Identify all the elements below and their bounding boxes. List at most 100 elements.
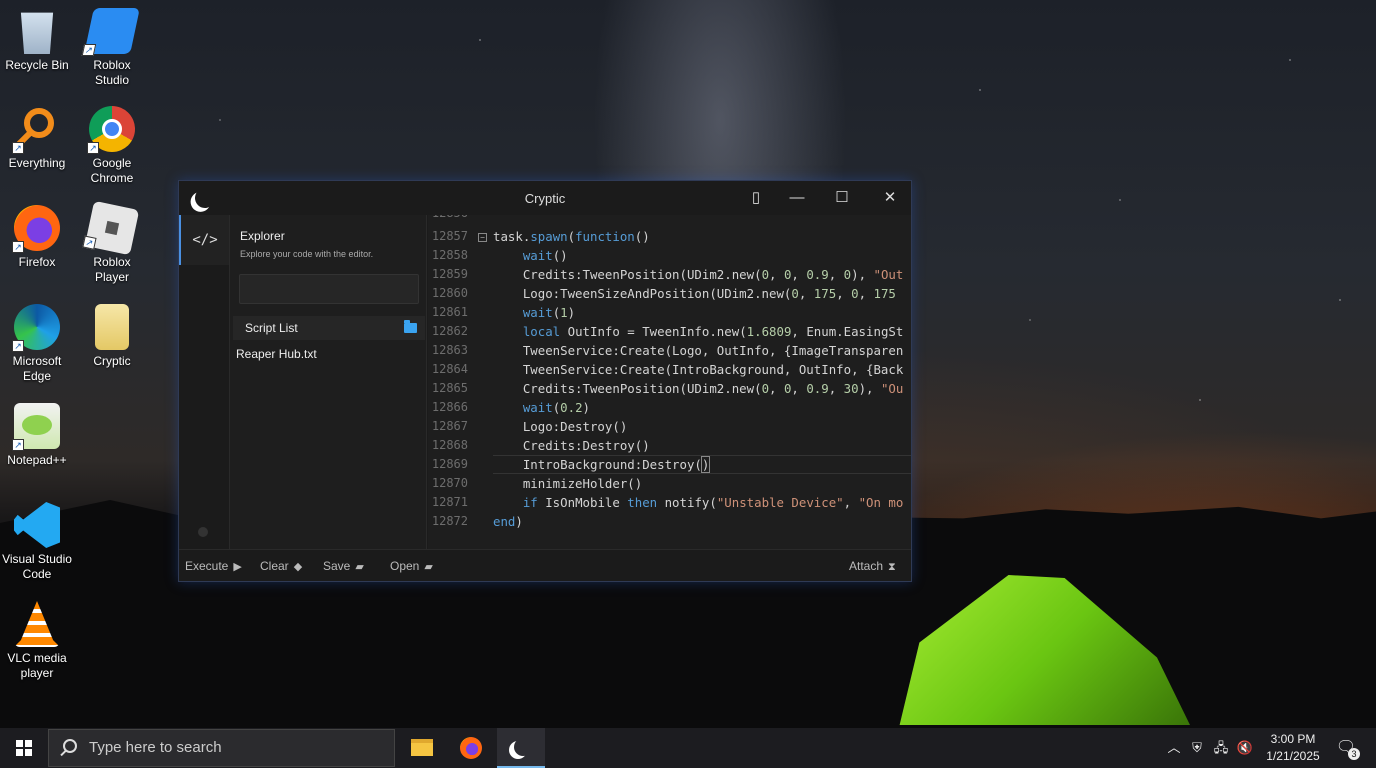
activity-sidebar: </> [179, 215, 229, 549]
firefox-icon [460, 737, 482, 759]
execute-button[interactable]: Execute ▶ [185, 559, 242, 573]
notepad-plus-plus-icon: ↗ [12, 403, 60, 451]
code-line: wait(1) [522, 305, 576, 320]
line-number-gutter: 12856 12857 12858 12859 12860 12861 1286… [428, 215, 468, 549]
line-number: 12865 [431, 381, 468, 395]
code-editor-tab-icon[interactable]: </> [179, 215, 229, 265]
save-label: Save [323, 559, 351, 573]
script-file-item[interactable]: Reaper Hub.txt [236, 347, 317, 361]
desktop-icon-notepad-plus-plus[interactable]: ↗ Notepad++ [0, 403, 74, 468]
maximize-button[interactable]: ☐ [819, 181, 865, 215]
shortcut-arrow-icon: ↗ [12, 142, 24, 154]
taskbar-cryptic[interactable] [497, 728, 545, 768]
explorer-subtitle: Explore your code with the editor. [240, 249, 374, 259]
line-number: 12870 [431, 476, 468, 490]
taskbar-clock[interactable]: 3:00 PM 1/21/2025 [1258, 731, 1328, 765]
close-button[interactable]: ✕ [867, 181, 913, 215]
clear-button[interactable]: Clear ◆ [260, 559, 302, 573]
recycle-bin-icon [20, 12, 54, 54]
code-editor[interactable]: 12856 12857 12858 12859 12860 12861 1286… [428, 215, 911, 549]
security-center-icon[interactable]: ⛨ [1186, 728, 1208, 768]
firefox-icon: ↗ [12, 205, 60, 253]
status-dot-icon [198, 527, 208, 537]
line-number: 12861 [431, 305, 468, 319]
desktop-icon-label: Visual Studio Code [2, 552, 72, 581]
script-list-header[interactable]: Script List [233, 316, 425, 340]
line-number: 12871 [431, 495, 468, 509]
line-number: 12869 [431, 457, 468, 471]
eraser-icon: ◆ [293, 561, 303, 573]
desktop-icon-firefox[interactable]: ↗ Firefox [0, 205, 74, 270]
show-hidden-icons-chevron-icon[interactable]: ︿ [1164, 728, 1184, 768]
line-number: 12872 [431, 514, 468, 528]
script-list-label: Script List [245, 321, 298, 335]
code-line: minimizeHolder() [493, 476, 643, 491]
shortcut-arrow-icon: ↗ [12, 241, 24, 253]
open-folder-icon: ▰ [424, 561, 433, 573]
code-line: wait() [522, 248, 568, 263]
code-line: if IsOnMobile then notify("Unstable Devi… [522, 495, 904, 510]
desktop-icon-label: Firefox [18, 255, 56, 269]
code-line: Credits:TweenPosition(UDim2.new(0, 0, 0.… [493, 381, 904, 396]
vscode-icon [14, 502, 60, 548]
window-titlebar[interactable]: Cryptic ▯ — ☐ ✕ [179, 181, 911, 215]
desktop-icon-label: Google Chrome [90, 156, 134, 185]
explorer-search-input[interactable] [239, 274, 419, 304]
save-folder-icon: ▰ [355, 561, 364, 573]
line-number: 12866 [431, 400, 468, 414]
line-number: 12867 [431, 419, 468, 433]
minimize-button[interactable]: — [774, 181, 820, 215]
open-button[interactable]: Open ▰ [390, 559, 433, 573]
desktop-icon-vlc[interactable]: VLC media player [0, 601, 74, 681]
code-line: Logo:TweenSizeAndPosition(UDim2.new(0, 1… [493, 286, 896, 301]
chrome-icon: ↗ [87, 106, 135, 154]
save-button[interactable]: Save ▰ [323, 559, 364, 573]
line-number: 12859 [431, 267, 468, 281]
line-number: 12862 [431, 324, 468, 338]
line-number: 12864 [431, 362, 468, 376]
notification-center-button[interactable]: 🗨 3 [1332, 728, 1360, 768]
attach-button[interactable]: Attach ⧗ [849, 559, 896, 574]
shortcut-arrow-icon: ↗ [12, 439, 24, 451]
clear-label: Clear [260, 559, 289, 573]
search-icon [63, 739, 77, 753]
open-folder-icon[interactable] [404, 320, 417, 333]
cryptic-window: Cryptic ▯ — ☐ ✕ </> Explorer Explore you… [178, 180, 912, 582]
taskbar-search-box[interactable]: Type here to search [48, 729, 395, 767]
desktop-icon-google-chrome[interactable]: ↗ Google Chrome [75, 106, 149, 186]
file-explorer-icon [411, 739, 433, 756]
code-line: end) [493, 514, 523, 529]
desktop-icon-everything[interactable]: ↗ Everything [0, 106, 74, 171]
roblox-studio-icon: ↗ [81, 8, 140, 56]
desktop-icon-cryptic[interactable]: Cryptic [75, 304, 149, 369]
desktop-icon-label: Everything [8, 156, 66, 170]
fold-toggle-icon[interactable]: − [478, 233, 487, 242]
edge-icon: ↗ [12, 304, 60, 352]
desktop-icon-label: Roblox Player [93, 255, 131, 284]
taskbar-file-explorer[interactable] [398, 728, 446, 768]
volume-muted-icon[interactable]: 🔇 [1234, 728, 1256, 768]
desktop-icon-roblox-player[interactable]: ↗ Roblox Player [75, 200, 149, 285]
text-caret [709, 458, 711, 473]
sidebar-toggle-button[interactable]: ▯ [733, 181, 779, 215]
taskbar-firefox[interactable] [447, 728, 495, 768]
code-line: Credits:TweenPosition(UDim2.new(0, 0, 0.… [493, 267, 904, 282]
desktop-icon-roblox-studio[interactable]: ↗ Roblox Studio [75, 8, 149, 88]
execute-label: Execute [185, 559, 229, 573]
desktop-icon-microsoft-edge[interactable]: ↗ Microsoft Edge [0, 304, 74, 384]
desktop-icon-recycle-bin[interactable]: Recycle Bin [0, 8, 74, 73]
start-button[interactable] [0, 728, 48, 768]
desktop-icon-label: Cryptic [93, 354, 131, 368]
shortcut-arrow-icon: ↗ [81, 44, 97, 56]
attach-syringe-icon: ⧗ [888, 561, 896, 573]
desktop-icon-label: Recycle Bin [5, 58, 69, 72]
desktop-icon-visual-studio-code[interactable]: Visual Studio Code [0, 502, 74, 582]
clock-date: 1/21/2025 [1266, 749, 1320, 763]
desktop-icon-label: Microsoft Edge [12, 354, 62, 383]
code-line: Logo:Destroy() [493, 419, 628, 434]
desktop-icon-label: VLC media player [7, 651, 67, 680]
cryptic-moon-logo-icon [514, 738, 532, 756]
code-line: TweenService:Create(IntroBackground, Out… [493, 362, 904, 377]
action-bar: Execute ▶ Clear ◆ Save ▰ Open ▰ Attach ⧗ [179, 549, 911, 581]
network-icon[interactable]: 🖧 [1210, 728, 1232, 768]
